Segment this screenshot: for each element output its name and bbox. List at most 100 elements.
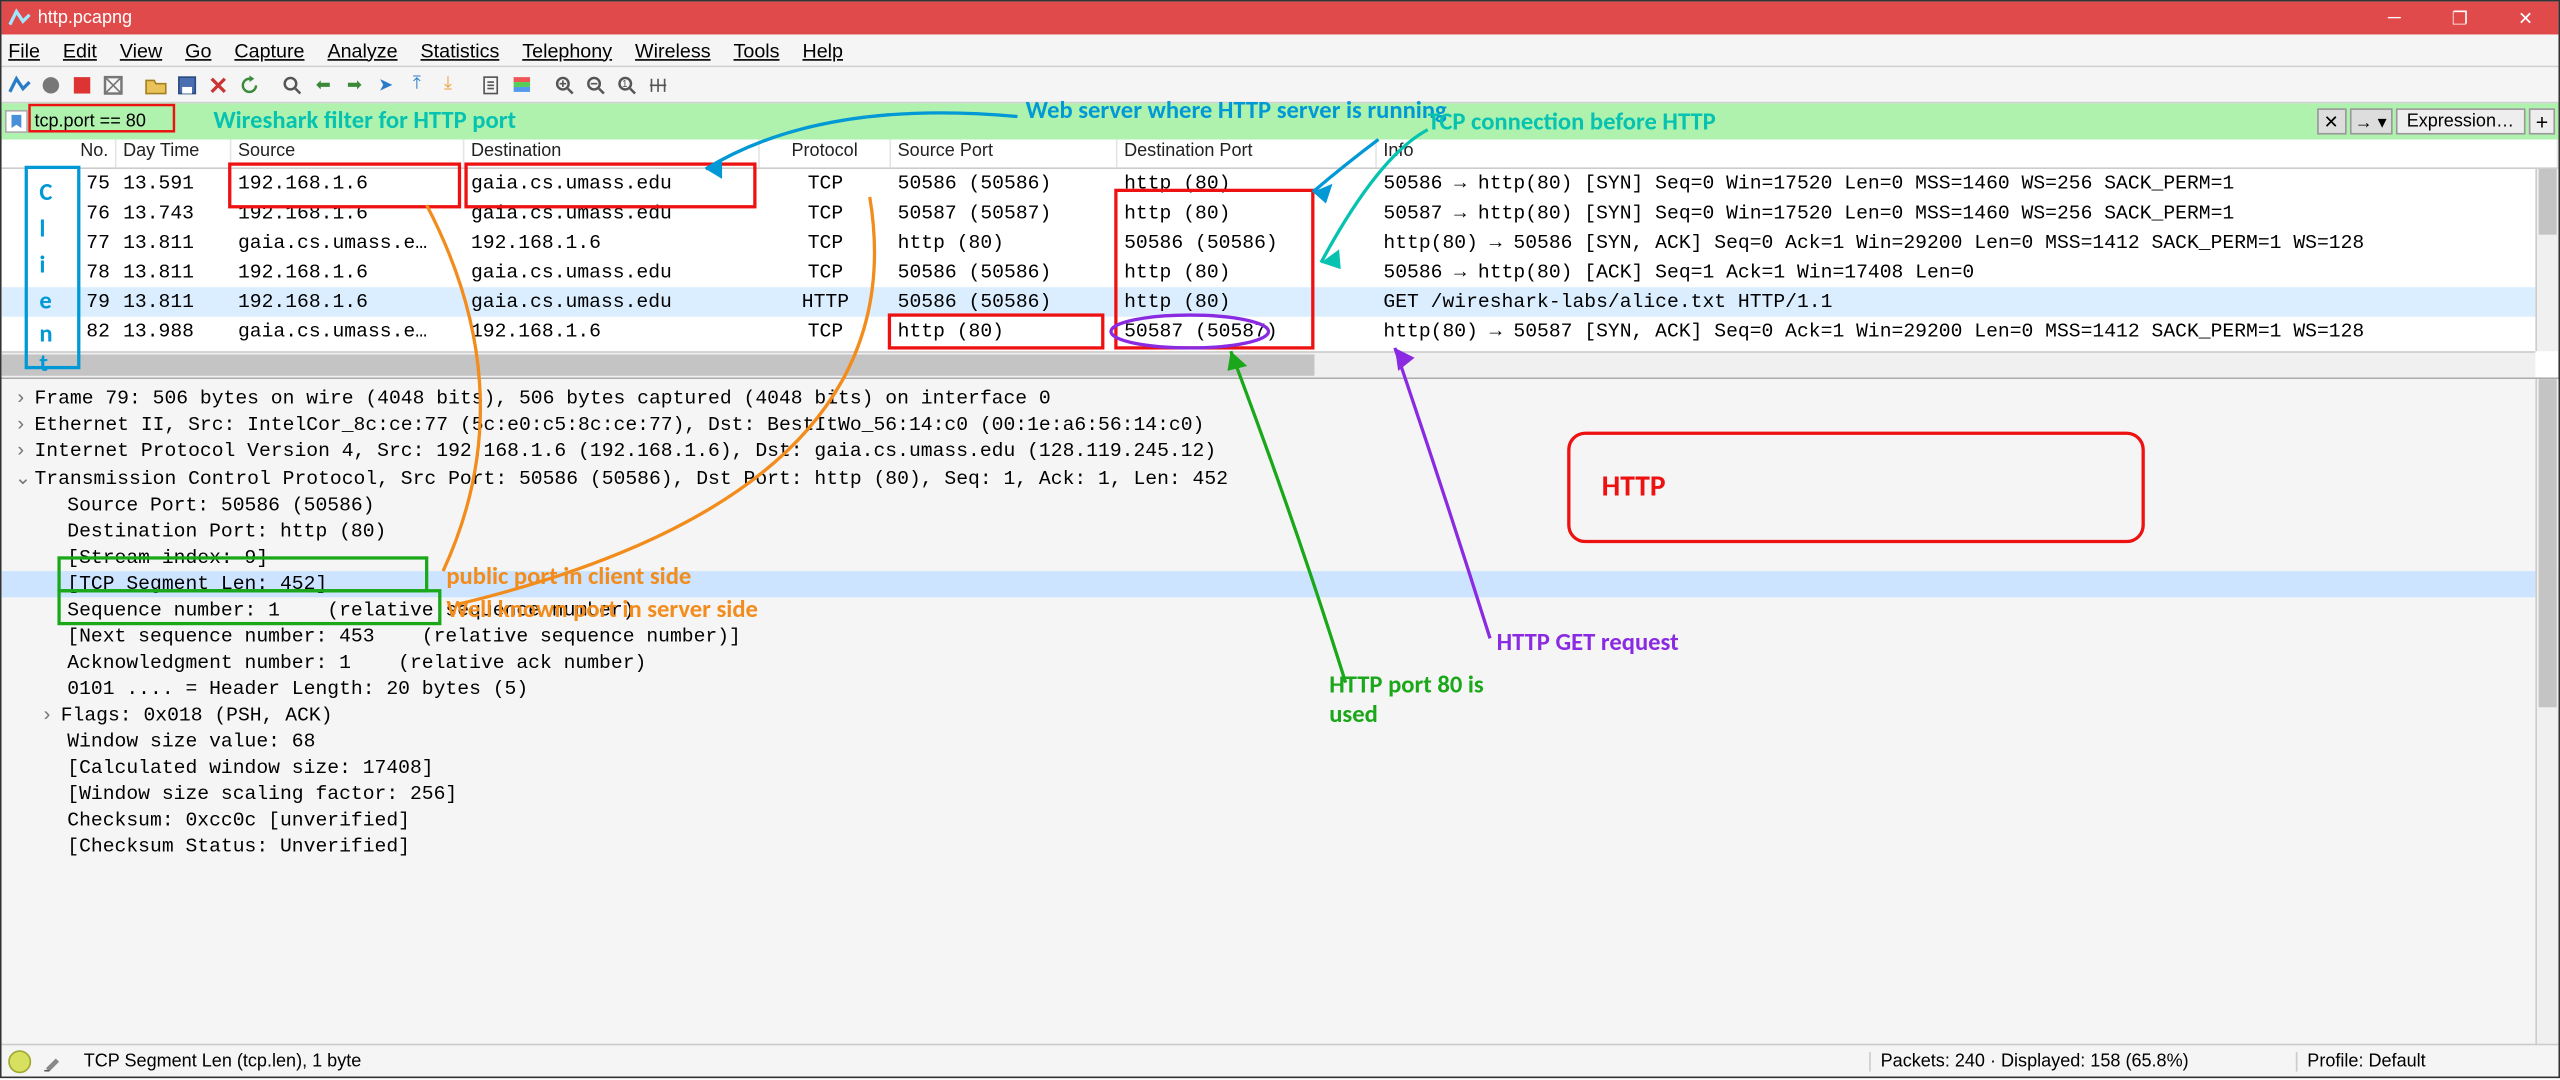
cell-source: 192.168.1.6 (231, 172, 464, 195)
filter-expression-button[interactable]: Expression… (2395, 108, 2525, 134)
cell-no: 82 (2, 320, 117, 343)
packet-row[interactable]: 7513.591192.168.1.6gaia.cs.umass.eduTCP5… (2, 169, 2559, 199)
col-header-destination[interactable]: Destination (464, 139, 759, 167)
cell-info: GET /wireshark-labs/alice.txt HTTP/1.1 (1377, 290, 2559, 313)
detail-stream-index[interactable]: [Stream index: 9] (2, 545, 2559, 571)
stop-capture-icon[interactable] (36, 70, 66, 100)
detail-destination-port[interactable]: Destination Port: http (80) (2, 519, 2559, 545)
packet-row[interactable]: 7813.811192.168.1.6gaia.cs.umass.eduTCP5… (2, 258, 2559, 288)
reload-icon[interactable] (235, 70, 265, 100)
cell-proto: TCP (760, 202, 891, 225)
menu-analyze[interactable]: Analyze (327, 39, 397, 62)
menu-go[interactable]: Go (185, 39, 211, 62)
edit-capture-icon[interactable] (38, 1048, 68, 1074)
cell-no: 79 (2, 290, 117, 313)
svg-text:1: 1 (622, 78, 627, 89)
menu-help[interactable]: Help (802, 39, 843, 62)
details-vscroll[interactable] (2535, 379, 2558, 1047)
col-header-no[interactable]: No. (2, 139, 117, 167)
packet-list-hscroll[interactable] (2, 351, 2536, 377)
packet-details-pane: ›Frame 79: 506 bytes on wire (4048 bits)… (2, 379, 2559, 1047)
status-profile[interactable]: Profile: Default (2296, 1051, 2559, 1071)
detail-segment-len[interactable]: [TCP Segment Len: 452] (2, 571, 2559, 597)
find-icon[interactable] (277, 70, 307, 100)
detail-source-port[interactable]: Source Port: 50586 (50586) (2, 492, 2559, 518)
detail-window-size[interactable]: Window size value: 68 (2, 729, 2559, 755)
cell-dport: http (80) (1118, 172, 1377, 195)
capture-options-icon[interactable] (98, 70, 128, 100)
filter-add-button[interactable]: + (2529, 108, 2555, 134)
go-first-icon[interactable]: ⤒ (402, 70, 432, 100)
detail-tcp[interactable]: ⌄Transmission Control Protocol, Src Port… (2, 464, 2559, 492)
packet-row[interactable]: 7613.743192.168.1.6gaia.cs.umass.eduTCP5… (2, 199, 2559, 229)
menu-file[interactable]: File (8, 39, 40, 62)
col-header-source[interactable]: Source (231, 139, 464, 167)
display-filter-input[interactable] (31, 108, 271, 134)
menu-edit[interactable]: Edit (63, 39, 97, 62)
start-capture-icon[interactable] (5, 70, 35, 100)
detail-header-length[interactable]: 0101 .... = Header Length: 20 bytes (5) (2, 676, 2559, 702)
menu-view[interactable]: View (120, 39, 162, 62)
expert-info-icon[interactable] (8, 1049, 31, 1072)
zoom-reset-icon[interactable]: 1 (612, 70, 642, 100)
packet-row[interactable]: 8213.988gaia.cs.umass.e…192.168.1.6TCPht… (2, 317, 2559, 347)
go-to-packet-icon[interactable]: ➤ (371, 70, 401, 100)
detail-checksum[interactable]: Checksum: 0xcc0c [unverified] (2, 807, 2559, 833)
cell-sport: 50586 (50586) (891, 172, 1117, 195)
packet-row[interactable]: 7713.811gaia.cs.umass.e…192.168.1.6TCPht… (2, 228, 2559, 258)
col-header-info[interactable]: Info (1377, 139, 2559, 167)
menu-tools[interactable]: Tools (734, 39, 780, 62)
cell-proto: TCP (760, 261, 891, 284)
bookmark-icon[interactable] (5, 110, 28, 133)
col-header-daytime[interactable]: Day Time (117, 139, 232, 167)
minimize-button[interactable]: ─ (2361, 2, 2427, 35)
status-bar: TCP Segment Len (tcp.len), 1 byte Packet… (2, 1044, 2559, 1077)
restart-capture-icon[interactable] (67, 70, 97, 100)
go-last-icon[interactable]: ⤓ (433, 70, 463, 100)
detail-ethernet[interactable]: ›Ethernet II, Src: IntelCor_8c:ce:77 (5c… (2, 412, 2559, 438)
cell-info: 50587 → http(80) [SYN] Seq=0 Win=17520 L… (1377, 202, 2559, 225)
cell-daytime: 13.811 (117, 261, 232, 284)
maximize-button[interactable]: ❐ (2427, 2, 2493, 35)
cell-dport: http (80) (1118, 261, 1377, 284)
close-file-icon[interactable] (203, 70, 233, 100)
menu-wireless[interactable]: Wireless (635, 39, 711, 62)
go-forward-icon[interactable]: ➡ (340, 70, 370, 100)
filter-clear-button[interactable]: ✕ (2316, 108, 2346, 134)
menu-telephony[interactable]: Telephony (522, 39, 612, 62)
filter-apply-button[interactable]: → ▾ (2349, 108, 2392, 134)
zoom-out-icon[interactable] (581, 70, 611, 100)
detail-ip[interactable]: ›Internet Protocol Version 4, Src: 192.1… (2, 438, 2559, 464)
detail-window-scale[interactable]: [Window size scaling factor: 256] (2, 781, 2559, 807)
colorize-icon[interactable] (507, 70, 537, 100)
cell-daytime: 13.811 (117, 290, 232, 313)
cell-dest: gaia.cs.umass.edu (464, 290, 759, 313)
cell-dest: gaia.cs.umass.edu (464, 261, 759, 284)
go-back-icon[interactable]: ⬅ (309, 70, 339, 100)
save-file-icon[interactable] (172, 70, 202, 100)
detail-frame[interactable]: ›Frame 79: 506 bytes on wire (4048 bits)… (2, 386, 2559, 412)
col-header-destination-port[interactable]: Destination Port (1118, 139, 1377, 167)
zoom-in-icon[interactable] (550, 70, 580, 100)
resize-columns-icon[interactable] (643, 70, 673, 100)
detail-ack-number[interactable]: Acknowledgment number: 1 (relative ack n… (2, 650, 2559, 676)
detail-flags[interactable]: ›Flags: 0x018 (PSH, ACK) (2, 702, 2559, 728)
detail-seq-number[interactable]: Sequence number: 1 (relative sequence nu… (2, 597, 2559, 623)
detail-next-seq[interactable]: [Next sequence number: 453 (relative seq… (2, 624, 2559, 650)
packet-list-vscroll[interactable] (2535, 169, 2558, 351)
detail-calc-window[interactable]: [Calculated window size: 17408] (2, 755, 2559, 781)
detail-checksum-status[interactable]: [Checksum Status: Unverified] (2, 834, 2559, 860)
auto-scroll-icon[interactable] (476, 70, 506, 100)
col-header-source-port[interactable]: Source Port (891, 139, 1117, 167)
cell-no: 78 (2, 261, 117, 284)
close-button[interactable]: ✕ (2493, 2, 2559, 35)
cell-info: http(80) → 50586 [SYN, ACK] Seq=0 Ack=1 … (1377, 231, 2559, 254)
open-file-icon[interactable] (141, 70, 171, 100)
menu-statistics[interactable]: Statistics (421, 39, 500, 62)
menu-capture[interactable]: Capture (234, 39, 304, 62)
packet-row[interactable]: 7913.811192.168.1.6gaia.cs.umass.eduHTTP… (2, 287, 2559, 317)
cell-dport: http (80) (1118, 290, 1377, 313)
col-header-protocol[interactable]: Protocol (760, 139, 891, 167)
cell-source: gaia.cs.umass.e… (231, 231, 464, 254)
cell-dest: gaia.cs.umass.edu (464, 172, 759, 195)
